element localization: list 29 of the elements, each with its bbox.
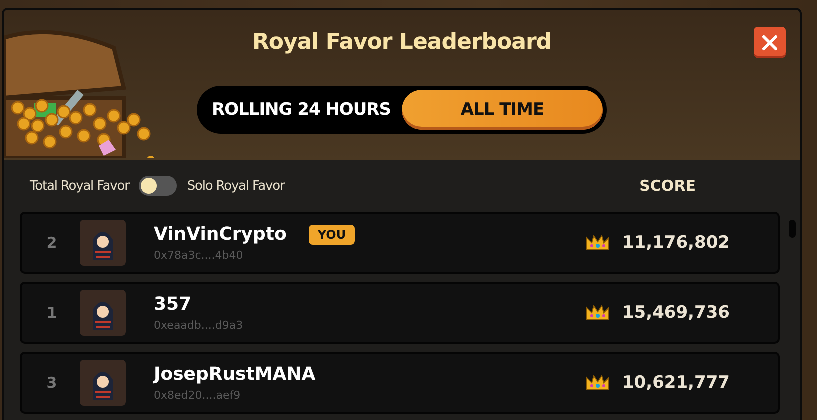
player-name: VinVinCrypto	[154, 224, 287, 245]
avatar-icon	[80, 290, 126, 336]
close-icon	[762, 34, 778, 50]
rank-number: 2	[46, 234, 58, 252]
score-value: 15,469,736	[622, 303, 730, 323]
period-tab[interactable]: ALL TIME	[402, 90, 603, 130]
wallet-address: 0x8ed20....aef9	[154, 389, 242, 402]
window-title: Royal Favor Leaderboard	[252, 30, 552, 55]
player-name: JosepRustMANA	[154, 364, 316, 385]
rank-number: 3	[46, 374, 58, 392]
toggle-switch[interactable]	[139, 176, 178, 196]
score-value: 10,621,777	[622, 373, 730, 393]
avatar-icon	[80, 220, 126, 266]
crown-icon	[586, 374, 610, 392]
period-tab[interactable]: ROLLING 24 HOURS	[201, 90, 402, 130]
you-badge: YOU	[308, 224, 356, 244]
wallet-address: 0xeaadb....d9a3	[154, 319, 244, 332]
crown-icon	[586, 234, 610, 252]
player-name: 357	[154, 294, 192, 315]
rank-number: 1	[46, 304, 58, 322]
crown-icon	[586, 304, 610, 322]
close-button[interactable]	[754, 27, 786, 58]
column-header: SCORE	[640, 177, 696, 195]
score-value: 11,176,802	[622, 233, 730, 253]
scrollbar-thumb[interactable]	[789, 220, 796, 238]
filter-label: Solo Royal Favor	[187, 178, 285, 194]
wallet-address: 0x78a3c....4b40	[154, 249, 244, 262]
avatar-icon	[80, 360, 126, 406]
filter-label: Total Royal Favor	[30, 178, 130, 194]
